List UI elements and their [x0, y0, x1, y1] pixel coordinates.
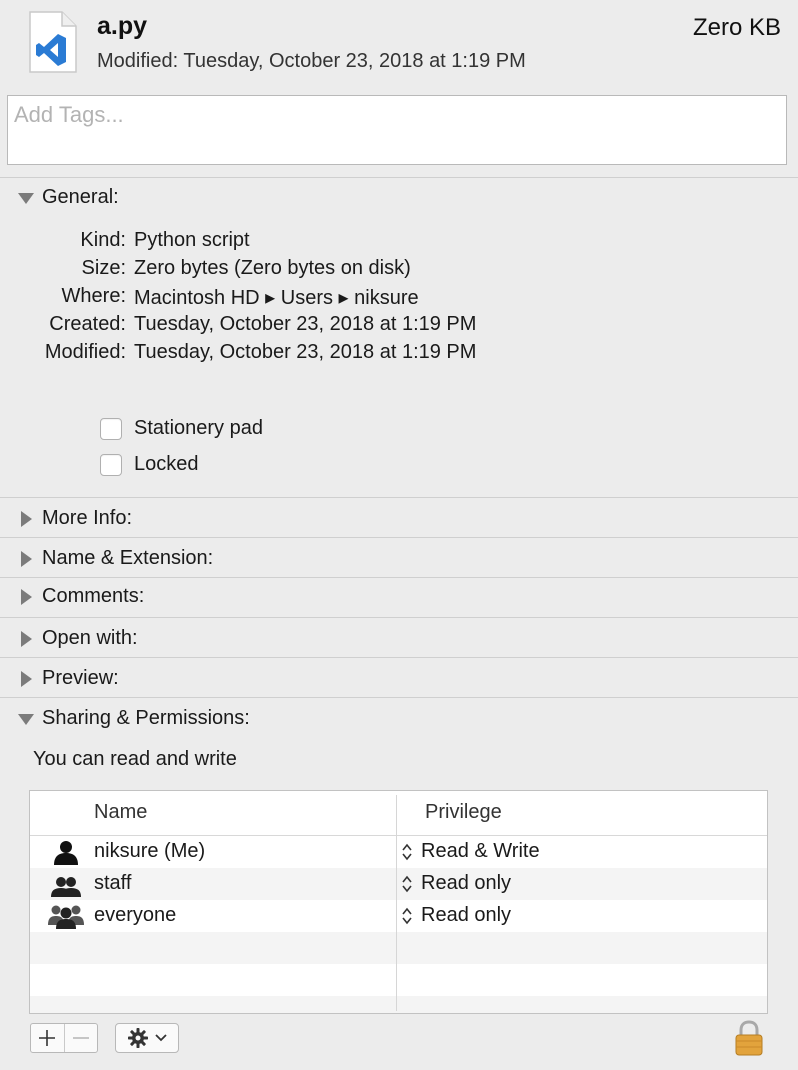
info-value: Tuesday, October 23, 2018 at 1:19 PM: [134, 341, 477, 363]
section-preview[interactable]: Preview:: [16, 667, 119, 690]
section-title: Name & Extension:: [42, 547, 214, 569]
section-open-with[interactable]: Open with:: [16, 627, 138, 650]
section-title: Comments:: [42, 585, 145, 607]
empty-row: [30, 964, 767, 996]
gear-icon: [128, 1028, 148, 1048]
stationery-pad-option[interactable]: Stationery pad: [100, 417, 263, 440]
stationery-pad-label: Stationery pad: [134, 417, 263, 439]
file-icon: [28, 10, 78, 74]
divider: [0, 697, 798, 698]
info-value: Zero bytes (Zero bytes on disk): [134, 257, 411, 279]
single-user-icon: [48, 839, 84, 865]
disclosure-triangle-down-icon[interactable]: [16, 709, 36, 729]
empty-row: [30, 932, 767, 964]
add-remove-control: [30, 1023, 98, 1053]
info-row-created: Created: Tuesday, October 23, 2018 at 1:…: [0, 313, 798, 341]
stationery-pad-checkbox[interactable]: [100, 417, 122, 440]
section-more-info[interactable]: More Info:: [16, 507, 132, 530]
section-comments[interactable]: Comments:: [16, 585, 144, 608]
section-title: More Info:: [42, 507, 133, 529]
info-row-where: Where: Macintosh HD ▸ Users ▸ niksure: [0, 285, 798, 313]
table-row[interactable]: everyone Read only: [30, 900, 767, 932]
divider: [0, 577, 798, 578]
modified-value: Tuesday, October 23, 2018 at 1:19 PM: [183, 50, 526, 72]
lock-icon[interactable]: [733, 1020, 765, 1056]
divider: [0, 177, 798, 178]
info-label: Kind:: [80, 229, 126, 251]
section-title: Preview:: [42, 667, 119, 689]
permissions-table: Name Privilege niksure (Me) Read & Write…: [29, 790, 768, 1014]
divider: [0, 537, 798, 538]
empty-row: [30, 996, 767, 1013]
user-name: everyone: [94, 904, 177, 926]
info-row-kind: Kind: Python script: [0, 229, 798, 257]
table-row[interactable]: staff Read only: [30, 868, 767, 900]
locked-option[interactable]: Locked: [100, 453, 199, 476]
add-button[interactable]: [31, 1024, 64, 1052]
stepper-icon[interactable]: [400, 906, 414, 926]
stepper-icon[interactable]: [400, 874, 414, 894]
info-label: Where:: [61, 285, 126, 307]
disclosure-triangle-right-icon[interactable]: [16, 587, 36, 607]
stepper-icon[interactable]: [400, 842, 414, 862]
section-title: General:: [42, 186, 119, 208]
action-menu-button[interactable]: [115, 1023, 179, 1053]
disclosure-triangle-right-icon[interactable]: [16, 669, 36, 689]
file-size: Zero KB: [692, 14, 781, 41]
everyone-icon: [48, 903, 84, 929]
privilege-select[interactable]: Read & Write: [421, 840, 540, 863]
section-title: Sharing & Permissions:: [42, 707, 250, 729]
group-icon: [48, 871, 84, 897]
remove-button[interactable]: [63, 1024, 98, 1052]
disclosure-triangle-down-icon[interactable]: [16, 188, 36, 208]
permission-note: You can read and write: [33, 748, 237, 770]
file-modified: Modified: Tuesday, October 23, 2018 at 1…: [97, 50, 526, 73]
info-value: Macintosh HD ▸ Users ▸ niksure: [134, 287, 419, 309]
privilege-select[interactable]: Read only: [421, 904, 511, 927]
disclosure-triangle-right-icon[interactable]: [16, 629, 36, 649]
column-header-privilege[interactable]: Privilege: [425, 801, 502, 824]
column-separator: [396, 795, 397, 1011]
info-value: Python script: [134, 229, 250, 251]
section-title: Open with:: [42, 627, 138, 649]
info-value: Tuesday, October 23, 2018 at 1:19 PM: [134, 313, 477, 335]
user-name: staff: [94, 872, 132, 894]
info-label: Modified:: [44, 341, 126, 363]
disclosure-triangle-right-icon[interactable]: [16, 549, 36, 569]
minus-icon: [72, 1037, 89, 1039]
file-name: a.py: [97, 12, 148, 40]
table-row[interactable]: niksure (Me) Read & Write: [30, 836, 767, 868]
disclosure-triangle-right-icon[interactable]: [16, 509, 36, 529]
table-header: Name Privilege: [30, 791, 767, 836]
divider: [0, 657, 798, 658]
locked-checkbox[interactable]: [100, 453, 122, 476]
info-row-size: Size: Zero bytes (Zero bytes on disk): [0, 257, 798, 285]
divider: [0, 497, 798, 498]
section-name-extension[interactable]: Name & Extension:: [16, 547, 213, 570]
tags-input[interactable]: Add Tags...: [7, 95, 787, 165]
locked-label: Locked: [134, 453, 199, 475]
modified-label: Modified:: [97, 50, 179, 72]
info-row-modified: Modified: Tuesday, October 23, 2018 at 1…: [0, 341, 798, 369]
user-name: niksure (Me): [94, 840, 206, 862]
chevron-down-icon: [155, 1034, 167, 1042]
info-label: Size:: [81, 257, 126, 279]
section-sharing-permissions[interactable]: Sharing & Permissions:: [16, 707, 250, 730]
info-label: Created:: [49, 313, 126, 335]
divider: [0, 617, 798, 618]
section-general[interactable]: General:: [16, 186, 119, 209]
plus-icon: [39, 1030, 56, 1046]
privilege-select[interactable]: Read only: [421, 872, 511, 895]
column-header-name[interactable]: Name: [94, 801, 147, 824]
